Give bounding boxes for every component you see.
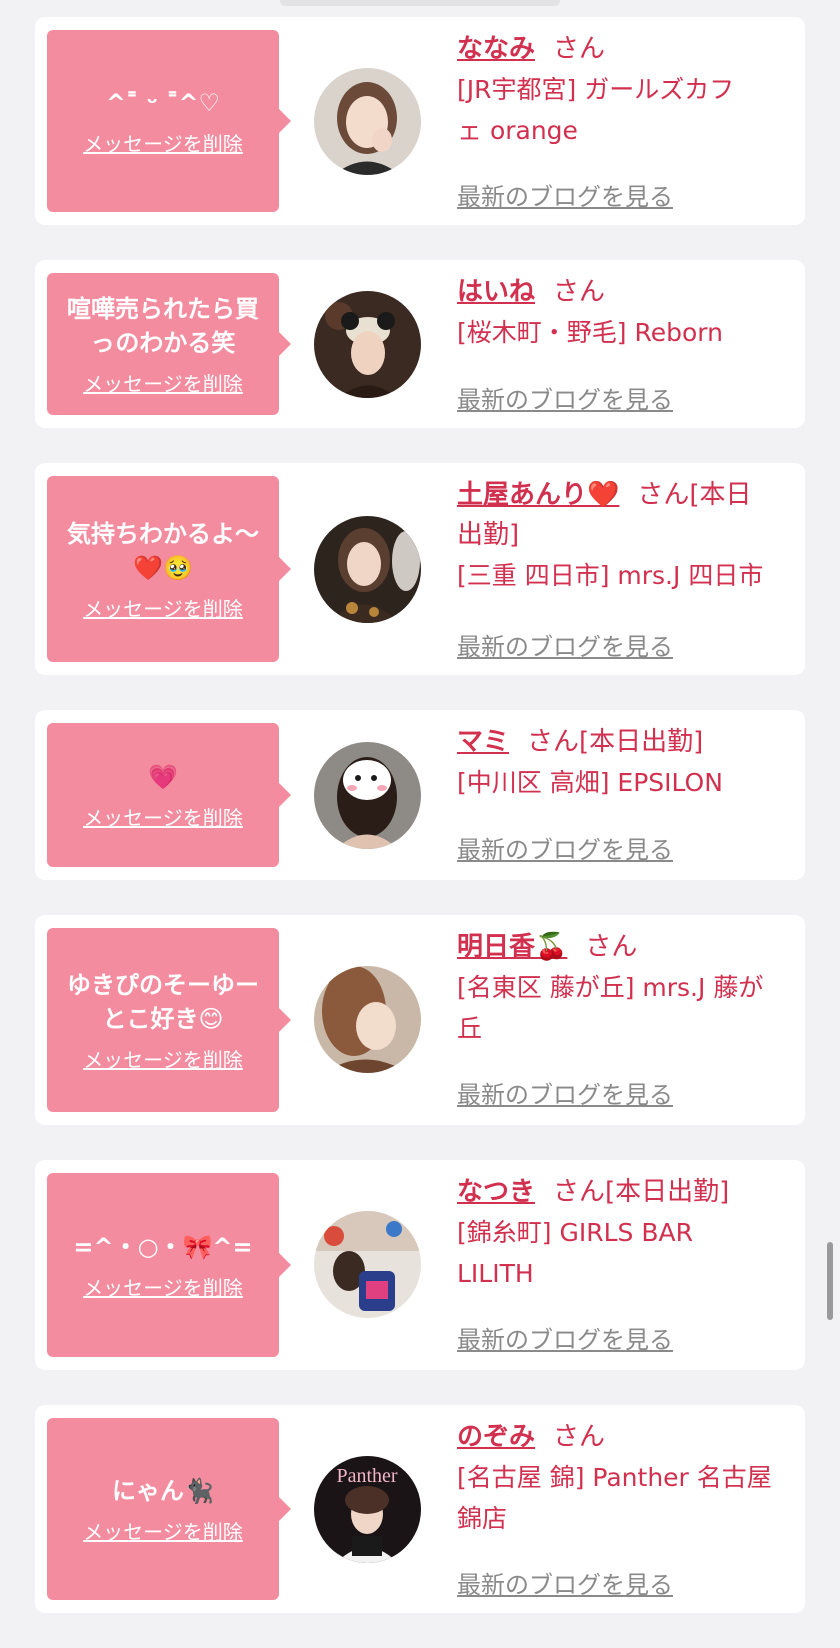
shop-name: [JR宇都宮] ガールズカフ (457, 75, 735, 104)
delete-message-link[interactable]: メッセージを削除 (83, 1516, 243, 1545)
avatar[interactable]: Panther (314, 1456, 421, 1563)
message-card: 気持ちわかるよ〜 ❤️🥹 メッセージを削除 土屋あんり❤️ さん[本日 出勤] [… (35, 463, 805, 675)
message-bubble: 気持ちわかるよ〜 ❤️🥹 メッセージを削除 (47, 476, 291, 662)
message-card: ^˭ ᵕ ˭^♡ メッセージを削除 ななみ さん [JR宇都宮] ガールズカフ ェ… (35, 17, 805, 225)
message-bubble: 喧嘩売られたら買 っのわかる笑 メッセージを削除 (47, 273, 291, 415)
cast-name-link[interactable]: 明日香🍒 (457, 932, 567, 962)
avatar-photo-icon (314, 516, 421, 623)
delete-message-link[interactable]: メッセージを削除 (83, 802, 243, 831)
work-status: [本日出勤] (605, 1177, 730, 1207)
avatar-photo-icon (314, 742, 421, 849)
shop-name: 錦店 (457, 1504, 508, 1533)
work-status: [本日出勤] (579, 727, 704, 757)
cast-name-link[interactable]: マミ (457, 727, 509, 757)
message-bubble: 💗 メッセージを削除 (47, 723, 291, 867)
message-bubble: ゆきぴのそーゆー とこ好き😊 メッセージを削除 (47, 928, 291, 1112)
delete-message-link[interactable]: メッセージを削除 (83, 1044, 243, 1073)
message-card: にゃん🐈‍⬛ メッセージを削除 Panther のぞみ さん [名古屋 錦] Pa… (35, 1405, 805, 1613)
message-bubble: にゃん🐈‍⬛ メッセージを削除 (47, 1418, 291, 1600)
message-text: ゆきぴのそーゆー (67, 970, 259, 999)
view-blog-link[interactable]: 最新のブログを見る (457, 830, 673, 865)
shop-name: [中川区 高畑] EPSILON (457, 768, 723, 797)
scrollbar[interactable] (827, 1242, 833, 1320)
honorific: さん (637, 480, 690, 510)
cast-info: なつき さん[本日出勤] [錦糸町] GIRLS BAR LILITH (457, 1172, 797, 1294)
delete-message-link[interactable]: メッセージを削除 (83, 1272, 243, 1301)
avatar-photo-icon (314, 966, 421, 1073)
view-blog-link[interactable]: 最新のブログを見る (457, 1565, 673, 1600)
work-status: 出勤] (457, 520, 520, 550)
cast-info: はいね さん [桜木町・野毛] Reborn (457, 272, 797, 353)
avatar[interactable] (314, 516, 421, 623)
avatar-photo-icon (314, 1211, 421, 1318)
previous-card-edge (280, 0, 560, 6)
message-text: 気持ちわかるよ〜 (67, 519, 259, 548)
cast-name-link[interactable]: なつき (457, 1177, 535, 1207)
honorific: さん (553, 1177, 606, 1207)
avatar-photo-icon: Panther (314, 1456, 421, 1563)
honorific: さん (553, 34, 606, 64)
avatar[interactable] (314, 742, 421, 849)
view-blog-link[interactable]: 最新のブログを見る (457, 1320, 673, 1355)
message-bubble: =^・○・🎀^= メッセージを削除 (47, 1173, 291, 1357)
avatar-photo-icon (314, 68, 421, 175)
message-text: っのわかる笑 (90, 328, 236, 357)
shop-name: ェ orange (457, 116, 578, 145)
message-text: ^˭ ᵕ ˭^♡ (105, 88, 221, 117)
cast-info: ななみ さん [JR宇都宮] ガールズカフ ェ orange (457, 29, 797, 151)
shop-name: 丘 (457, 1014, 483, 1043)
work-status: [本日 (689, 480, 752, 510)
delete-message-link[interactable]: メッセージを削除 (83, 128, 243, 157)
avatar-text: Panther (336, 1465, 397, 1487)
message-card: =^・○・🎀^= メッセージを削除 なつき さん[本日出勤] [錦糸町] GIRL… (35, 1160, 805, 1370)
message-bubble: ^˭ ᵕ ˭^♡ メッセージを削除 (47, 30, 291, 212)
message-text: 喧嘩売られたら買 (67, 294, 259, 323)
avatar[interactable] (314, 68, 421, 175)
message-text: ❤️🥹 (133, 553, 193, 582)
avatar[interactable] (314, 1211, 421, 1318)
cast-name-link[interactable]: はいね (457, 277, 535, 307)
honorific: さん (585, 932, 638, 962)
cast-name-link[interactable]: ななみ (457, 34, 535, 64)
avatar-photo-icon (314, 291, 421, 398)
view-blog-link[interactable]: 最新のブログを見る (457, 380, 673, 415)
delete-message-link[interactable]: メッセージを削除 (83, 368, 243, 397)
message-text: とこ好き😊 (102, 1004, 224, 1033)
message-card: ゆきぴのそーゆー とこ好き😊 メッセージを削除 明日香🍒 さん [名東区 藤が丘]… (35, 915, 805, 1125)
honorific: さん (527, 727, 580, 757)
avatar[interactable] (314, 291, 421, 398)
message-text: =^・○・🎀^= (73, 1232, 253, 1261)
shop-name: [名東区 藤が丘] mrs.J 藤が (457, 973, 764, 1002)
delete-message-link[interactable]: メッセージを削除 (83, 593, 243, 622)
shop-name: LILITH (457, 1259, 534, 1288)
message-text: にゃん🐈‍⬛ (112, 1476, 214, 1505)
message-card: 喧嘩売られたら買 っのわかる笑 メッセージを削除 はいね さん [桜木町・野毛] … (35, 260, 805, 428)
shop-name: [錦糸町] GIRLS BAR (457, 1218, 693, 1247)
cast-name-link[interactable]: 土屋あんり❤️ (457, 480, 619, 510)
view-blog-link[interactable]: 最新のブログを見る (457, 1075, 673, 1110)
cast-info: 土屋あんり❤️ さん[本日 出勤] [三重 四日市] mrs.J 四日市 (457, 475, 797, 596)
shop-name: [名古屋 錦] Panther 名古屋 (457, 1463, 772, 1492)
honorific: さん (553, 1422, 606, 1452)
shop-name: [三重 四日市] mrs.J 四日市 (457, 561, 764, 590)
cast-info: 明日香🍒 さん [名東区 藤が丘] mrs.J 藤が 丘 (457, 927, 797, 1049)
cast-info: マミ さん[本日出勤] [中川区 高畑] EPSILON (457, 722, 797, 803)
view-blog-link[interactable]: 最新のブログを見る (457, 177, 673, 212)
shop-name: [桜木町・野毛] Reborn (457, 318, 723, 347)
message-text: 💗 (148, 762, 178, 791)
message-card: 💗 メッセージを削除 マミ さん[本日出勤] [中川区 高畑] EPSILON 最… (35, 710, 805, 880)
honorific: さん (553, 277, 606, 307)
cast-info: のぞみ さん [名古屋 錦] Panther 名古屋 錦店 (457, 1417, 797, 1539)
avatar[interactable] (314, 966, 421, 1073)
cast-name-link[interactable]: のぞみ (457, 1422, 535, 1452)
view-blog-link[interactable]: 最新のブログを見る (457, 627, 673, 662)
